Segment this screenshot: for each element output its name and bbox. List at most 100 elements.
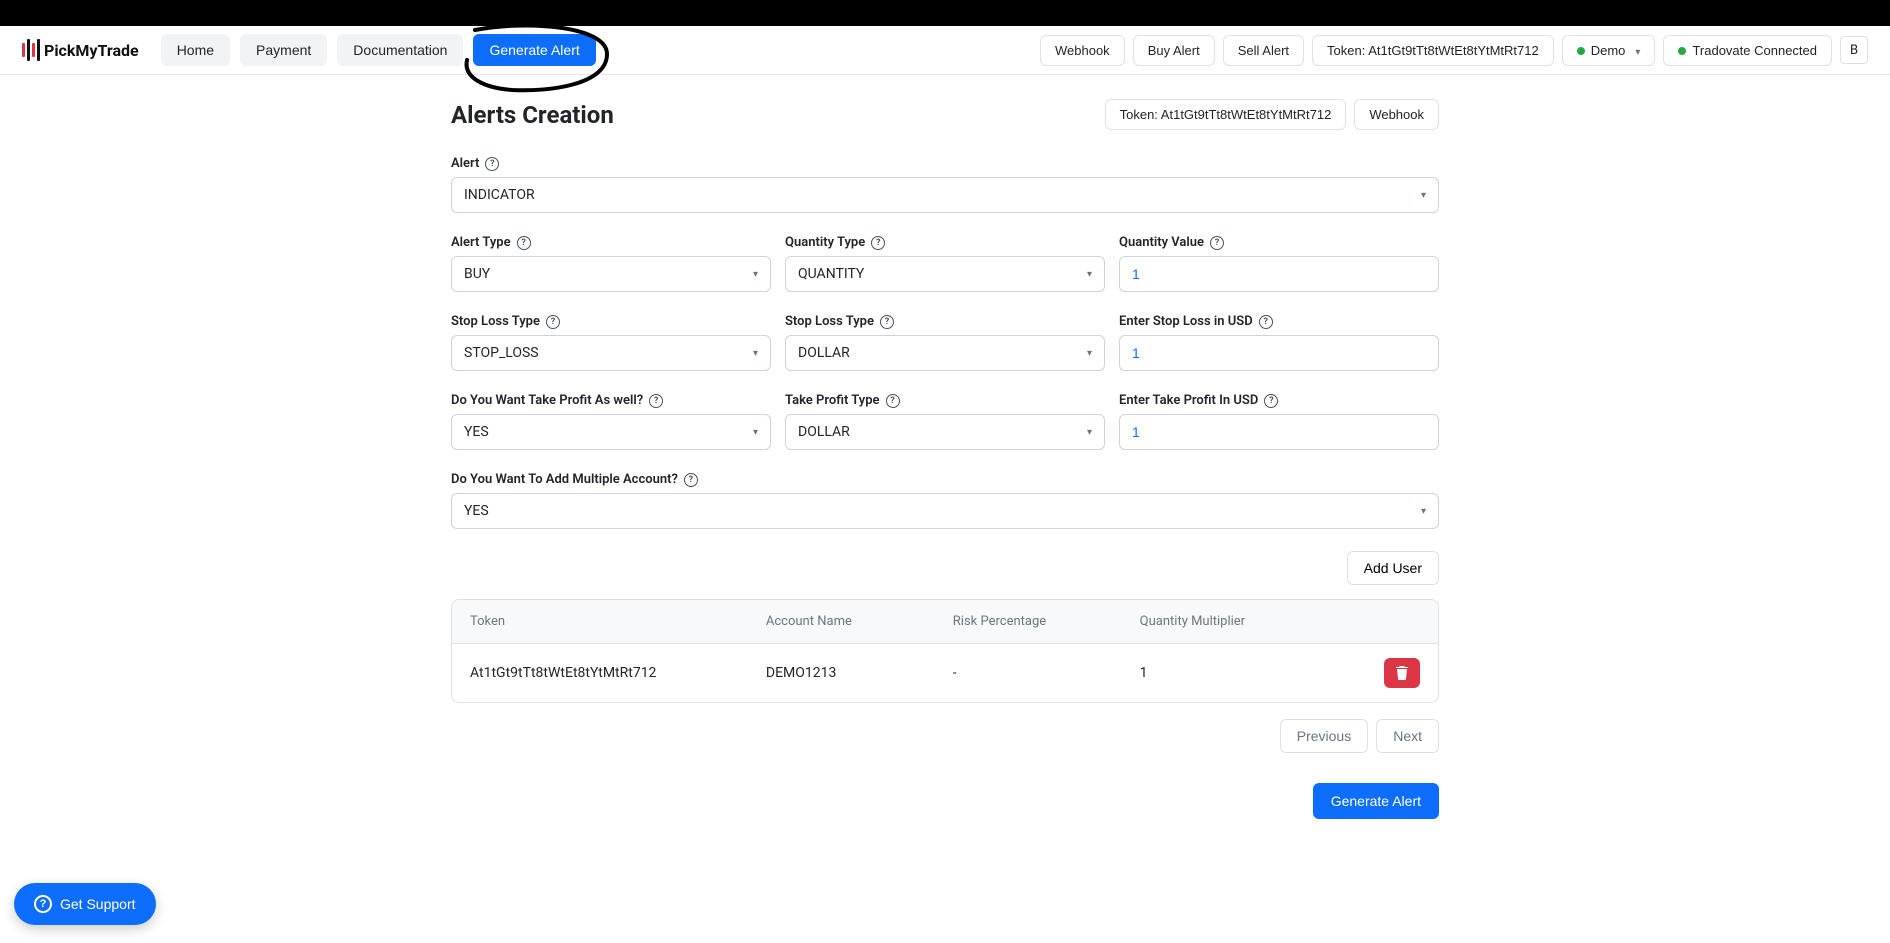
help-icon[interactable]: ? <box>546 315 560 329</box>
select-take-profit-want[interactable]: YES ▾ <box>451 414 771 450</box>
select-stop-loss-type-b[interactable]: DOLLAR▾ <box>785 335 1105 371</box>
label-take-profit-usd: Enter Take Profit In USD <box>1119 393 1258 408</box>
field-quantity-value: Quantity Value? <box>1119 235 1439 292</box>
table-row: At1tGt9tTt8tWtEt8tYtMtRt712 DEMO1213 - 1 <box>452 643 1438 702</box>
logo[interactable]: PickMyTrade <box>22 39 139 61</box>
get-support-fab[interactable]: ? Get Support <box>14 883 156 925</box>
select-alert-type[interactable]: BUY ▾ <box>451 256 771 292</box>
label-stop-loss-usd: Enter Stop Loss in USD <box>1119 314 1253 329</box>
input-stop-loss-usd[interactable] <box>1119 335 1439 371</box>
td-qty: 1 <box>1140 665 1342 681</box>
select-multi-account[interactable]: YES ▾ <box>451 493 1439 529</box>
nav-connection-status[interactable]: Tradovate Connected <box>1663 35 1832 66</box>
label-quantity-value: Quantity Value <box>1119 235 1204 250</box>
support-label: Get Support <box>60 896 136 912</box>
input-quantity-value[interactable] <box>1119 256 1439 292</box>
generate-alert-button[interactable]: Generate Alert <box>1313 783 1439 819</box>
field-multi-account: Do You Want To Add Multiple Account?? YE… <box>451 472 1439 529</box>
field-quantity-type: Quantity Type? QUANTITY▾ <box>785 235 1105 292</box>
label-take-profit-want: Do You Want Take Profit As well? <box>451 393 643 408</box>
nav-environment-dropdown[interactable]: Demo ▾ <box>1562 35 1656 66</box>
label-take-profit-type: Take Profit Type <box>785 393 880 408</box>
connection-label: Tradovate Connected <box>1692 43 1817 58</box>
field-take-profit-usd: Enter Take Profit In USD? <box>1119 393 1439 450</box>
select-alert-type-value: BUY <box>464 266 490 282</box>
chevron-down-icon: ▾ <box>753 269 758 280</box>
chevron-down-icon: ▾ <box>1421 190 1426 201</box>
label-stop-loss-type-a: Stop Loss Type <box>451 314 540 329</box>
help-icon[interactable]: ? <box>1259 315 1273 329</box>
top-nav: PickMyTrade Home Payment Documentation G… <box>0 26 1890 75</box>
nav-generate-alert[interactable]: Generate Alert <box>473 34 595 66</box>
table-header-row: Token Account Name Risk Percentage Quant… <box>452 600 1438 643</box>
nav-token-chip[interactable]: Token: At1tGt9tTt8tWtEt8tYtMtRt712 <box>1312 35 1554 66</box>
logo-text: PickMyTrade <box>44 41 139 60</box>
help-icon[interactable]: ? <box>649 394 663 408</box>
nav-right: Webhook Buy Alert Sell Alert Token: At1t… <box>1040 35 1868 66</box>
select-take-profit-type[interactable]: DOLLAR▾ <box>785 414 1105 450</box>
page-header-row: Alerts Creation Token: At1tGt9tTt8tWtEt8… <box>451 99 1439 130</box>
help-icon[interactable]: ? <box>485 157 499 171</box>
select-take-profit-type-value: DOLLAR <box>798 424 850 440</box>
chevron-down-icon: ▾ <box>1635 47 1640 58</box>
pagination: Previous Next <box>451 719 1439 753</box>
environment-label: Demo <box>1591 43 1626 58</box>
select-take-profit-want-value: YES <box>464 424 489 440</box>
select-stop-loss-type-a[interactable]: STOP_LOSS▾ <box>451 335 771 371</box>
label-quantity-type: Quantity Type <box>785 235 865 250</box>
field-alert-type: Alert Type? BUY ▾ <box>451 235 771 292</box>
help-icon[interactable]: ? <box>684 473 698 487</box>
help-icon[interactable]: ? <box>880 315 894 329</box>
input-take-profit-usd-field[interactable] <box>1132 424 1426 440</box>
th-risk: Risk Percentage <box>953 614 1140 629</box>
main-content: Alerts Creation Token: At1tGt9tTt8tWtEt8… <box>441 99 1449 819</box>
user-initial: B <box>1850 43 1858 58</box>
help-icon[interactable]: ? <box>1264 394 1278 408</box>
help-icon[interactable]: ? <box>871 236 885 250</box>
field-stop-loss-usd: Enter Stop Loss in USD? <box>1119 314 1439 371</box>
help-icon[interactable]: ? <box>517 236 531 250</box>
logo-icon <box>22 39 40 61</box>
th-account: Account Name <box>766 614 953 629</box>
delete-row-button[interactable] <box>1384 658 1420 688</box>
nav-sell-alert[interactable]: Sell Alert <box>1223 35 1304 66</box>
add-user-button[interactable]: Add User <box>1347 551 1439 585</box>
label-alert-type: Alert Type <box>451 235 511 250</box>
nav-left: Home Payment Documentation Generate Aler… <box>161 34 596 66</box>
nav-payment[interactable]: Payment <box>240 34 327 66</box>
field-alert: Alert? INDICATOR▾ <box>451 156 1439 213</box>
input-quantity-value-field[interactable] <box>1132 266 1426 282</box>
next-button[interactable]: Next <box>1376 719 1439 753</box>
chevron-down-icon: ▾ <box>1087 269 1092 280</box>
field-take-profit-type: Take Profit Type? DOLLAR▾ <box>785 393 1105 450</box>
chevron-down-icon: ▾ <box>753 348 758 359</box>
field-stop-loss-type-a: Stop Loss Type? STOP_LOSS▾ <box>451 314 771 371</box>
input-take-profit-usd[interactable] <box>1119 414 1439 450</box>
page-title: Alerts Creation <box>451 101 614 129</box>
chevron-down-icon: ▾ <box>753 427 758 438</box>
browser-black-bar <box>0 0 1890 26</box>
nav-home[interactable]: Home <box>161 34 230 66</box>
chevron-down-icon: ▾ <box>1421 506 1426 517</box>
select-alert-value: INDICATOR <box>464 187 535 203</box>
select-alert[interactable]: INDICATOR ▾ <box>451 177 1439 213</box>
nav-webhook[interactable]: Webhook <box>1040 35 1125 66</box>
input-stop-loss-usd-field[interactable] <box>1132 345 1426 361</box>
accounts-table: Token Account Name Risk Percentage Quant… <box>451 599 1439 703</box>
nav-buy-alert[interactable]: Buy Alert <box>1133 35 1215 66</box>
page-webhook-chip[interactable]: Webhook <box>1354 99 1439 130</box>
select-quantity-type[interactable]: QUANTITY▾ <box>785 256 1105 292</box>
nav-documentation[interactable]: Documentation <box>337 34 463 66</box>
status-dot-icon <box>1678 47 1686 55</box>
th-token: Token <box>470 614 766 629</box>
help-icon[interactable]: ? <box>1210 236 1224 250</box>
td-account: DEMO1213 <box>766 665 953 681</box>
prev-button[interactable]: Previous <box>1280 719 1368 753</box>
help-icon[interactable]: ? <box>886 394 900 408</box>
user-avatar[interactable]: B <box>1840 36 1868 64</box>
field-take-profit-want: Do You Want Take Profit As well?? YES ▾ <box>451 393 771 450</box>
select-multi-account-value: YES <box>464 503 489 519</box>
status-dot-icon <box>1577 47 1585 55</box>
chevron-down-icon: ▾ <box>1087 348 1092 359</box>
page-token-chip[interactable]: Token: At1tGt9tTt8tWtEt8tYtMtRt712 <box>1105 99 1347 130</box>
